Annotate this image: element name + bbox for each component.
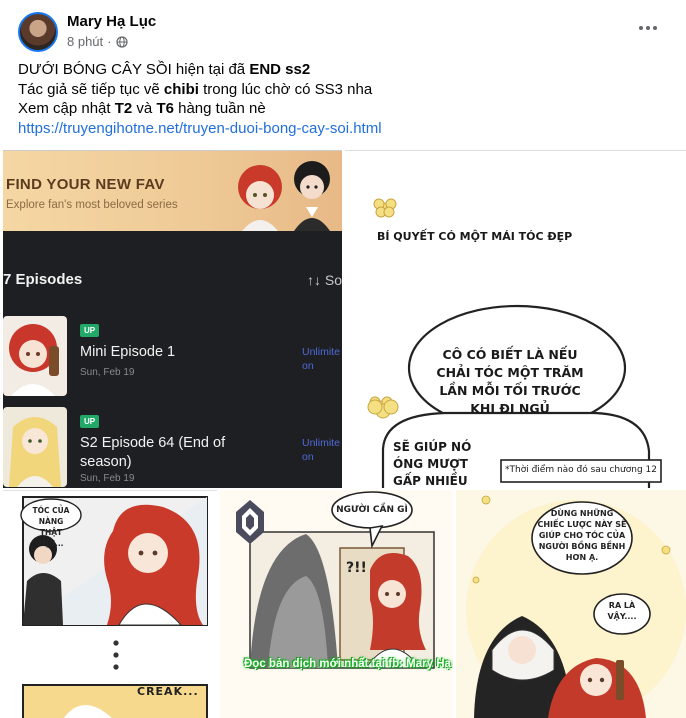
post-link[interactable]: https://truyengihotne.net/truyen-duoi-bo… — [18, 120, 382, 137]
post-header: Mary Hạ Lục 8 phút · — [0, 0, 686, 56]
episode-date: Sun, Feb 19 — [80, 473, 135, 484]
banner-title: FIND YOUR NEW FAV — [6, 176, 165, 193]
banner-subtitle: Explore fan's most beloved series — [6, 199, 178, 211]
exclaim-text: ?!! — [346, 560, 367, 576]
speech-bubble-panel-3a: DÙNG NHỮNG CHIẾC LƯỢC NÀY SẼ GIÚP CHO TÓ… — [537, 509, 627, 562]
episode-thumbnail — [3, 407, 67, 487]
media-app-screenshot[interactable]: FIND YOUR NEW FAV Explore fan's most bel… — [3, 150, 342, 488]
speech-bubble-2: SẼ GIÚP NÓ ÓNG MƯỢT GẤP NHIỀU NHIỀU — [393, 440, 472, 488]
sort-button[interactable]: ↑↓ So — [307, 272, 342, 288]
episode-row[interactable]: UP S2 Episode 64 (End of season) Sun, Fe… — [3, 407, 342, 487]
post-meta: 8 phút · — [67, 34, 128, 49]
episode-thumbnail — [3, 316, 67, 396]
media-comic-panel-3[interactable]: DÙNG NHỮNG CHIẾC LƯỢC NÀY SẼ GIÚP CHO TÓ… — [456, 490, 686, 718]
up-badge: UP — [80, 324, 100, 337]
comic-art-panel-2 — [236, 491, 435, 669]
more-options-icon[interactable] — [634, 18, 662, 38]
post-link-line: https://truyengihotne.net/truyen-duoi-bo… — [18, 119, 658, 139]
footnote: *Thời điểm nào đó sau chương 12 — [505, 465, 657, 475]
media-comic-panel-2[interactable]: NGƯỜI CẦN GÌ ?!! Đọc bản dịch mới nhất t… — [220, 490, 453, 718]
sfx-creak: CREAK... — [137, 685, 199, 698]
up-badge: UP — [80, 415, 100, 428]
post-line-2: Tác giả sẽ tiếp tục vẽ chibi trong lúc c… — [18, 80, 373, 98]
episode-date: Sun, Feb 19 — [80, 367, 135, 378]
author-name[interactable]: Mary Hạ Lục — [67, 13, 156, 30]
watermark-text: Đọc bản dịch mới nhất tại fb: Mary Hạ Lụ… — [244, 658, 453, 670]
speech-bubble-panel-1: TÓC CỦA NÀNG THẬT MỊN... — [32, 506, 70, 548]
comic-caption: BÍ QUYẾT CÓ MỘT MÁI TÓC ĐẸP — [377, 230, 573, 243]
meta-separator: · — [107, 34, 112, 49]
author-avatar[interactable] — [18, 12, 58, 52]
post-line-1: DƯỚI BÓNG CÂY SỒI hiện tại đã END ss2 — [18, 61, 311, 78]
speech-bubble-1: CÔ CÓ BIẾT LÀ NẾU CHẢI TÓC MỘT TRĂM LẦN … — [436, 347, 584, 416]
episodes-header: 7 Episodes — [3, 271, 83, 288]
episode-title: Mini Episode 1 — [80, 344, 176, 360]
post-body: DƯỚI BÓNG CÂY SỒI hiện tại đã END ss2 Tá… — [18, 60, 658, 138]
episode-row[interactable]: UP Mini Episode 1 Sun, Feb 19 Unlimite o… — [3, 316, 342, 396]
globe-icon[interactable] — [115, 35, 128, 48]
media-comic-panel-hair[interactable]: BÍ QUYẾT CÓ MỘT MÁI TÓC ĐẸP CÔ CÓ BIẾT L… — [345, 150, 686, 488]
post-time[interactable]: 8 phút — [67, 34, 103, 49]
media-comic-panel-1[interactable]: TÓC CỦA NÀNG THẬT MỊN... CREAK... — [3, 490, 217, 718]
chibi-banner-art — [238, 161, 330, 231]
post-line-3: Xem cập nhật T2 và T6 hàng tuần nè — [18, 100, 266, 117]
app-banner[interactable]: FIND YOUR NEW FAV Explore fan's most bel… — [3, 151, 342, 231]
speech-bubble-panel-3b: RA LÀ VẬY.... — [607, 601, 637, 621]
episode-access[interactable]: Unlimite on — [302, 345, 340, 373]
comic-art-hair — [367, 198, 662, 488]
episode-title: S2 Episode 64 (End of season) — [80, 435, 226, 470]
episode-access[interactable]: Unlimite on — [302, 436, 340, 464]
speech-bubble-panel-2: NGƯỜI CẦN GÌ — [336, 505, 408, 515]
media-grid: FIND YOUR NEW FAV Explore fan's most bel… — [0, 150, 686, 718]
